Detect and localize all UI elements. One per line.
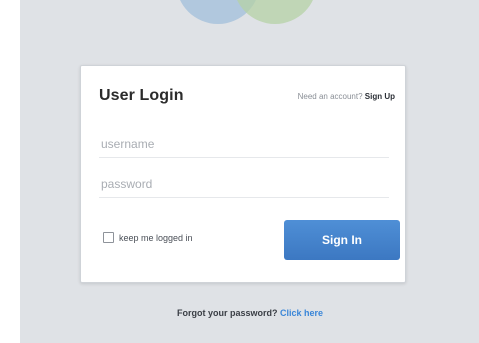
signup-link[interactable]: Sign Up: [365, 92, 395, 101]
remember-label: keep me logged in: [119, 232, 193, 243]
forgot-password-row: Forgot your password? Click here: [20, 308, 479, 318]
password-input[interactable]: [99, 170, 389, 198]
login-title: User Login: [99, 87, 184, 104]
logo-icon: [180, 0, 313, 24]
login-page: User Login Need an account? Sign Up keep…: [20, 0, 479, 343]
sign-in-button[interactable]: Sign In: [284, 220, 400, 260]
forgot-password-link[interactable]: Click here: [280, 308, 323, 318]
remember-checkbox[interactable]: [103, 232, 114, 243]
login-card: User Login Need an account? Sign Up keep…: [80, 65, 406, 283]
remember-me[interactable]: keep me logged in: [103, 232, 193, 243]
username-input[interactable]: [99, 130, 389, 158]
signup-prompt: Need an account?: [297, 92, 363, 101]
forgot-password-text: Forgot your password?: [176, 308, 278, 318]
signup-row: Need an account? Sign Up: [298, 92, 395, 101]
